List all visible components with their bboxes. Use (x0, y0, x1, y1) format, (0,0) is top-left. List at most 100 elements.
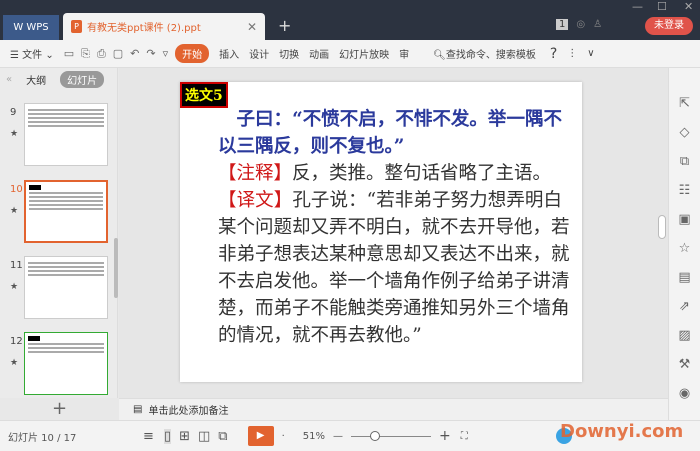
search-command[interactable]: 🔍︎查找命令、搜索模板 (433, 46, 536, 61)
help-button[interactable]: ? (550, 46, 557, 62)
title-bar: W WPS P 有教无类ppt课件 (2).ppt ✕ + 1 ◎ ♙ 未登录 — ☐ ✕ (0, 0, 700, 40)
tab-animation[interactable]: 动画 (309, 46, 329, 61)
slide-thumbnail-active[interactable]: 10 ★ (0, 180, 118, 250)
select-icon[interactable]: ⇱ (679, 96, 690, 111)
more-icon[interactable]: ▿ (163, 47, 169, 60)
thumbnail-image (24, 256, 108, 319)
zoom-slider[interactable] (350, 430, 431, 441)
copy-icon[interactable]: ⧉ (680, 154, 689, 169)
star-icon: ★ (10, 206, 19, 216)
play-slideshow-button[interactable]: ▶ (247, 426, 274, 446)
login-button[interactable]: 未登录 (645, 17, 693, 35)
slide-number: 10 (10, 184, 23, 195)
tab-review[interactable]: 审 (399, 46, 409, 61)
thumbnail-image (24, 180, 108, 243)
ribbon-toolbar: ☰ 文件 ⌄ ▭ ⎘ ⎙ ▢ ↶ ↷ ▿ 开始 插入 设计 切换 动画 幻灯片放… (0, 40, 700, 68)
search-icon: 🔍︎ (433, 50, 446, 61)
normal-view-icon[interactable]: ▯ (163, 428, 172, 444)
slide-line: 的情况，就不再去教他。” (218, 325, 422, 346)
slide-line: 楚，而弟子不能触类旁通推知另外三个墙角 (218, 298, 570, 319)
tab-slideshow[interactable]: 幻灯片放映 (339, 46, 389, 61)
tools-icon[interactable]: ⚒ (679, 357, 691, 372)
slide-indicator: 幻灯片 10 / 17 (8, 432, 77, 444)
zoom-out-button[interactable]: — (333, 431, 343, 442)
more-options-icon[interactable]: ⋮ (567, 48, 577, 59)
slide-number: 12 (10, 336, 23, 347)
notes-toggle-icon[interactable]: ≡ (143, 429, 154, 444)
notes-bar[interactable]: ▤ 单击此处添加备注 (119, 398, 668, 420)
slide-line: 子曰：“不愤不启，不悱不发。举一隅不 (218, 109, 562, 130)
reading-view-icon[interactable]: ◫ (198, 429, 210, 444)
slide-thumbnail[interactable]: 9 ★ (0, 103, 118, 173)
note-tag: 【注释】 (218, 163, 293, 184)
slide-number: 11 (10, 260, 23, 271)
new-tab-button[interactable]: + (278, 16, 291, 35)
tab-slides[interactable]: 幻灯片 (60, 70, 105, 88)
file-menu[interactable]: ☰ 文件 ⌄ (10, 46, 54, 61)
save-icon[interactable]: ▭ (64, 47, 74, 60)
canvas-scrollbar[interactable] (658, 215, 666, 239)
thumbnail-image (24, 332, 108, 395)
close-tab-icon[interactable]: ✕ (247, 20, 257, 34)
zoom-slider-knob[interactable] (369, 430, 380, 441)
thumbnail-image (24, 103, 108, 166)
slide-line: 不去启发他。举一个墙角作例子给弟子讲清 (218, 271, 570, 292)
watermark: Downyi.com (560, 421, 684, 442)
tab-design[interactable]: 设计 (249, 46, 269, 61)
undo-icon[interactable]: ↶ (130, 47, 139, 60)
settings-sliders-icon[interactable]: ☷ (679, 183, 691, 198)
star-icon: ★ (10, 358, 19, 368)
play-options-icon[interactable]: · (282, 431, 285, 442)
shirt-icon[interactable]: ♙ (593, 19, 602, 30)
backup-icon[interactable]: ◉ (679, 386, 690, 401)
collapse-ribbon-icon[interactable]: ∨ (587, 48, 594, 59)
panel-scrollbar[interactable] (114, 238, 118, 298)
image-icon[interactable]: ▣ (678, 212, 690, 227)
star-icon: ★ (10, 129, 19, 139)
wps-label: WPS (26, 22, 49, 33)
add-slide-button[interactable]: + (52, 398, 67, 419)
zoom-level[interactable]: 51% (303, 431, 325, 442)
close-window-button[interactable]: ✕ (684, 0, 693, 13)
box-icon[interactable]: ▤ (678, 270, 690, 285)
file-label: 文件 (22, 50, 43, 61)
print-icon[interactable]: ⎙ (97, 47, 106, 61)
slide[interactable]: 选文5 子曰：“不愤不启，不悱不发。举一隅不 以三隅反，则不复也。” 【注释】反… (180, 82, 582, 382)
slide-line: 非弟子想表达某种意思却又表达不出来，就 (218, 244, 570, 265)
wps-home-tab[interactable]: W WPS (3, 15, 59, 40)
slide-line: 以三隅反，则不复也。” (218, 136, 405, 157)
star-icon[interactable]: ☆ (679, 241, 691, 256)
notes-icon: ▤ (133, 404, 143, 415)
slide-panel: «大纲 幻灯片 9 ★ 10 ★ 11 ★ 12 ★ (0, 68, 118, 398)
slide-thumbnail[interactable]: 11 ★ (0, 256, 118, 326)
notes-placeholder: 单击此处添加备注 (148, 406, 229, 417)
minimize-button[interactable]: — (632, 0, 643, 13)
slide-line: 【注释】反，类推。整句话省略了主语。 (218, 160, 562, 187)
slide-label: 选文5 (180, 82, 228, 108)
tab-start[interactable]: 开始 (175, 44, 210, 63)
badge-count[interactable]: 1 (556, 19, 569, 30)
fit-window-icon[interactable]: ⛶ (461, 431, 468, 442)
share-icon[interactable]: ⇗ (679, 299, 690, 314)
picture-icon[interactable]: ▨ (678, 328, 690, 343)
skin-icon[interactable]: ◎ (576, 19, 585, 30)
document-tab[interactable]: P 有教无类ppt课件 (2).ppt ✕ (63, 13, 265, 40)
tab-insert[interactable]: 插入 (219, 46, 239, 61)
right-toolbar: ⇱ ◇ ⧉ ☷ ▣ ☆ ▤ ⇗ ▨ ⚒ ◉ (668, 68, 700, 420)
tab-transition[interactable]: 切换 (279, 46, 299, 61)
zoom-in-button[interactable]: + (439, 428, 451, 444)
slide-thumbnail[interactable]: 12 ★ (0, 332, 118, 402)
translation-text: 孔子说：“若非弟子努力想弄明白 (292, 190, 562, 211)
shape-icon[interactable]: ◇ (680, 125, 690, 140)
tab-outline[interactable]: 大纲 (26, 72, 46, 87)
collapse-panel-icon[interactable]: « (6, 74, 12, 85)
document-tab-label: 有教无类ppt课件 (2).ppt (87, 23, 201, 34)
preview-icon[interactable]: ▢ (113, 47, 123, 60)
grid-view-icon[interactable]: ⊞ (179, 429, 190, 444)
export-icon[interactable]: ⎘ (81, 47, 90, 61)
maximize-button[interactable]: ☐ (657, 0, 667, 13)
wps-logo-icon: W (13, 22, 24, 33)
slide-line: 某个问题却又弄不明白，就不去开导他，若 (218, 217, 570, 238)
presenter-icon[interactable]: ⧉ (218, 429, 227, 444)
redo-icon[interactable]: ↷ (146, 47, 155, 60)
